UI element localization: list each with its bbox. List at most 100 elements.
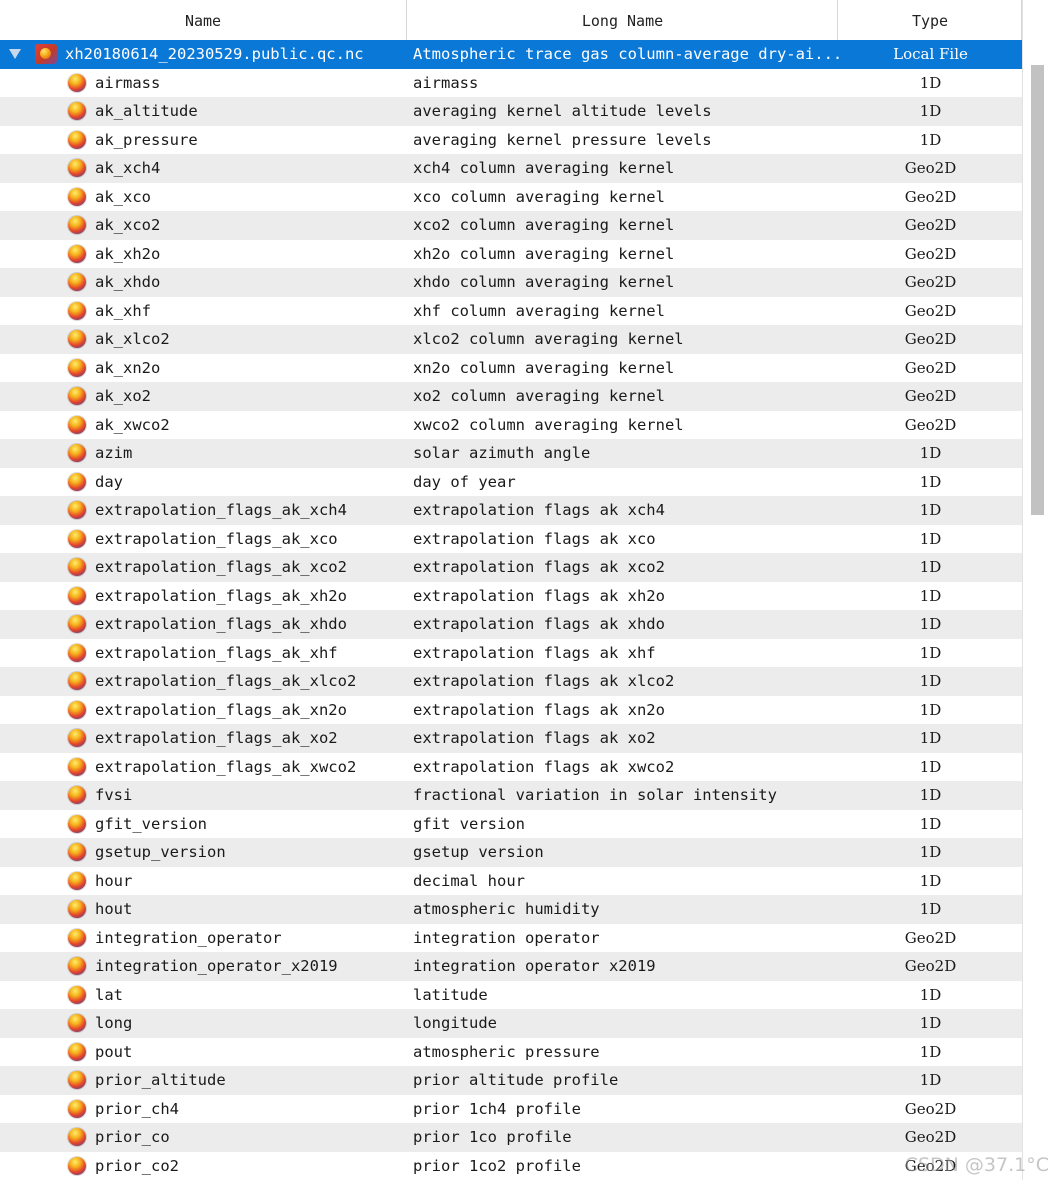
- variable-type: 1D: [919, 786, 942, 804]
- variable-globe-icon: [68, 558, 86, 576]
- tree-row[interactable]: pout atmospheric pressure 1D: [0, 1038, 1022, 1067]
- variable-type: 1D: [919, 558, 942, 576]
- variable-globe-icon: [68, 615, 86, 633]
- scrollbar-thumb[interactable]: [1031, 65, 1044, 515]
- tree-row[interactable]: integration_operator integration operator…: [0, 924, 1022, 953]
- variable-long-name: fractional variation in solar intensity: [413, 786, 777, 804]
- tree-row[interactable]: extrapolation_flags_ak_xlco2 extrapolatio…: [0, 667, 1022, 696]
- tree-row[interactable]: extrapolation_flags_ak_xco2 extrapolation…: [0, 553, 1022, 582]
- variable-type: Geo2D: [904, 1128, 957, 1146]
- tree-row[interactable]: airmass airmass 1D: [0, 69, 1022, 98]
- tree-row[interactable]: prior_co prior 1co profile Geo2D: [0, 1123, 1022, 1152]
- variable-name: azim: [95, 444, 133, 462]
- tree-row[interactable]: prior_co2 prior 1co2 profile Geo2D: [0, 1152, 1022, 1180]
- tree-row[interactable]: ak_xhf xhf column averaging kernel Geo2D: [0, 297, 1022, 326]
- tree-row[interactable]: ak_xn2o xn2o column averaging kernel Geo2D: [0, 354, 1022, 383]
- variable-type: Geo2D: [904, 301, 957, 320]
- variable-globe-icon: [68, 928, 86, 947]
- tree-row[interactable]: day day of year 1D: [0, 468, 1022, 497]
- variable-name: extrapolation_flags_ak_xo2: [95, 729, 338, 747]
- variable-globe-icon: [68, 1099, 86, 1118]
- column-header-name[interactable]: Name: [0, 0, 407, 40]
- variable-name: extrapolation_flags_ak_xn2o: [95, 700, 347, 719]
- tree-row[interactable]: extrapolation_flags_ak_xhdo extrapolation…: [0, 610, 1022, 639]
- variable-type: Geo2D: [904, 187, 957, 206]
- tree-row[interactable]: prior_ch4 prior 1ch4 profile Geo2D: [0, 1095, 1022, 1124]
- column-header-long-name[interactable]: Long Name: [408, 0, 838, 40]
- variable-type: 1D: [919, 985, 942, 1004]
- variable-name: integration_operator_x2019: [95, 957, 338, 975]
- tree-row[interactable]: gfit_version gfit version 1D: [0, 810, 1022, 839]
- variable-type: Geo2D: [904, 928, 957, 947]
- tree-row[interactable]: prior_altitude prior altitude profile 1D: [0, 1066, 1022, 1095]
- variable-type: 1D: [919, 1042, 942, 1061]
- variable-name: extrapolation_flags_ak_xhdo: [95, 615, 347, 633]
- variable-type: 1D: [919, 900, 942, 918]
- variable-name: prior_altitude: [95, 1071, 226, 1089]
- tree-row[interactable]: extrapolation_flags_ak_xwco2 extrapolatio…: [0, 753, 1022, 782]
- tree-row[interactable]: extrapolation_flags_ak_xch4 extrapolation…: [0, 496, 1022, 525]
- variable-long-name: extrapolation flags ak xco: [413, 529, 656, 548]
- vertical-scrollbar[interactable]: [1022, 0, 1053, 1180]
- variable-globe-icon: [68, 814, 86, 833]
- variable-type: 1D: [919, 1014, 942, 1032]
- variable-globe-icon: [68, 415, 86, 434]
- tree-row[interactable]: gsetup_version gsetup version 1D: [0, 838, 1022, 867]
- variable-name: extrapolation_flags_ak_xlco2: [95, 672, 357, 690]
- variable-type: Geo2D: [904, 957, 957, 975]
- tree-row[interactable]: extrapolation_flags_ak_xhf extrapolation …: [0, 639, 1022, 668]
- variable-type: 1D: [919, 472, 942, 491]
- tree-row[interactable]: ak_xch4 xch4 column averaging kernel Geo2D: [0, 154, 1022, 183]
- variable-long-name: extrapolation flags ak xo2: [413, 729, 656, 747]
- variable-globe-icon: [68, 501, 86, 519]
- tree-row[interactable]: ak_xco2 xco2 column averaging kernel Geo2D: [0, 211, 1022, 240]
- tree-row[interactable]: ak_xco xco column averaging kernel Geo2D: [0, 183, 1022, 212]
- tree-row[interactable]: extrapolation_flags_ak_xh2o extrapolation…: [0, 582, 1022, 611]
- tree-row[interactable]: azim solar azimuth angle 1D: [0, 439, 1022, 468]
- variable-long-name: xo2 column averaging kernel: [413, 387, 665, 405]
- variable-name: ak_xhf: [95, 301, 151, 320]
- tree-row[interactable]: fvsi fractional variation in solar intens…: [0, 781, 1022, 810]
- variable-name: extrapolation_flags_ak_xh2o: [95, 586, 347, 605]
- variable-tree-view: Name Long Name Type xh20180614_20230529.…: [0, 0, 1022, 1180]
- tree-row[interactable]: ak_xh2o xh2o column averaging kernel Geo2D: [0, 240, 1022, 269]
- variable-type: Geo2D: [904, 159, 957, 177]
- tree-row[interactable]: extrapolation_flags_ak_xo2 extrapolation …: [0, 724, 1022, 753]
- column-header-type[interactable]: Type: [839, 0, 1022, 40]
- tree-row[interactable]: ak_xwco2 xwco2 column averaging kernel Geo…: [0, 411, 1022, 440]
- variable-name: extrapolation_flags_ak_xco2: [95, 558, 347, 576]
- variable-long-name: atmospheric humidity: [413, 900, 600, 918]
- tree-row[interactable]: hout atmospheric humidity 1D: [0, 895, 1022, 924]
- tree-row[interactable]: ak_pressure averaging kernel pressure lev…: [0, 126, 1022, 155]
- variable-long-name: longitude: [413, 1014, 497, 1032]
- variable-long-name: prior 1co2 profile: [413, 1156, 581, 1175]
- variable-type: Geo2D: [904, 244, 957, 263]
- variable-globe-icon: [68, 529, 86, 548]
- tree-row[interactable]: ak_xo2 xo2 column averaging kernel Geo2D: [0, 382, 1022, 411]
- tree-row[interactable]: long longitude 1D: [0, 1009, 1022, 1038]
- variable-type: 1D: [919, 501, 942, 519]
- variable-globe-icon: [68, 1014, 86, 1032]
- variable-type: Geo2D: [904, 358, 957, 377]
- variable-name: day: [95, 472, 123, 491]
- tree-row[interactable]: integration_operator_x2019 integration op…: [0, 952, 1022, 981]
- variable-name: extrapolation_flags_ak_xch4: [95, 501, 347, 519]
- tree-row[interactable]: hour decimal hour 1D: [0, 867, 1022, 896]
- tree-row[interactable]: extrapolation_flags_ak_xco extrapolation …: [0, 525, 1022, 554]
- file-row[interactable]: xh20180614_20230529.public.qc.nc Atmosph…: [0, 40, 1022, 69]
- variable-long-name: gsetup version: [413, 843, 544, 861]
- tree-row[interactable]: ak_altitude averaging kernel altitude lev…: [0, 97, 1022, 126]
- variable-globe-icon: [68, 786, 86, 804]
- variable-long-name: prior 1ch4 profile: [413, 1099, 581, 1118]
- tree-row[interactable]: extrapolation_flags_ak_xn2o extrapolation…: [0, 696, 1022, 725]
- variable-long-name: decimal hour: [413, 871, 525, 890]
- variable-type: Geo2D: [904, 387, 957, 405]
- tree-row[interactable]: lat latitude 1D: [0, 981, 1022, 1010]
- variable-globe-icon: [68, 985, 86, 1004]
- tree-row[interactable]: ak_xhdo xhdo column averaging kernel Geo2D: [0, 268, 1022, 297]
- variable-type: 1D: [919, 757, 942, 776]
- expand-triangle-icon[interactable]: [9, 49, 21, 59]
- variable-long-name: airmass: [413, 73, 479, 92]
- tree-row[interactable]: ak_xlco2 xlco2 column averaging kernel Geo…: [0, 325, 1022, 354]
- file-name: xh20180614_20230529.public.qc.nc: [65, 45, 364, 63]
